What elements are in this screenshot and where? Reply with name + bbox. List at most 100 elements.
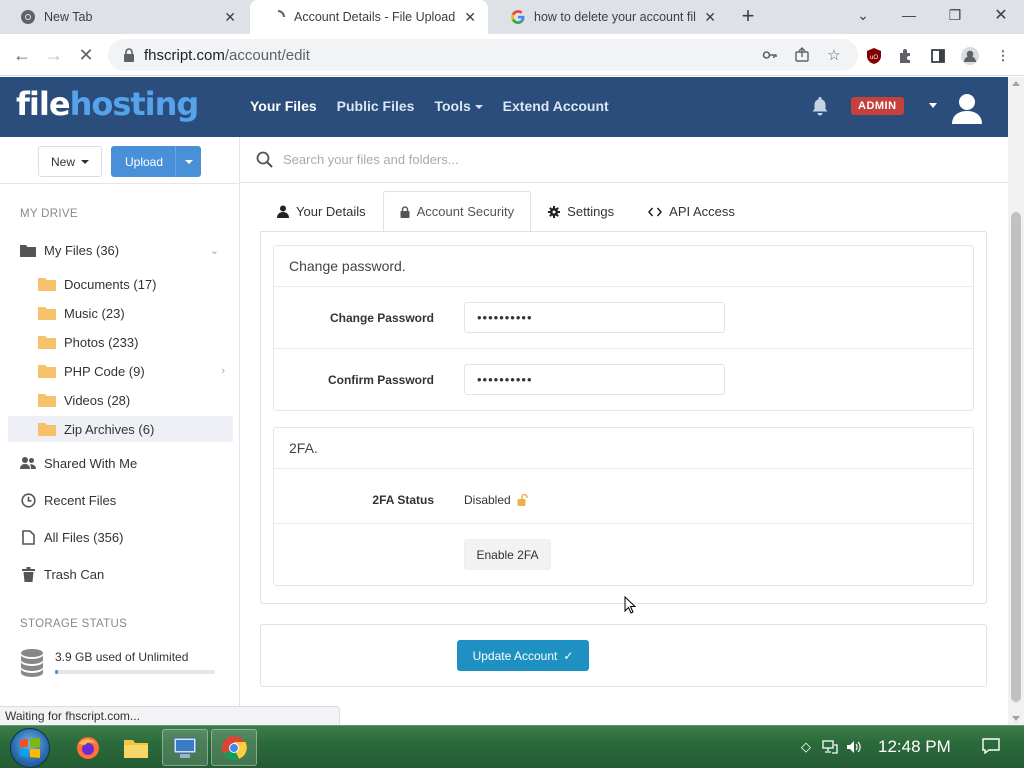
folder-label: Music (23)	[64, 305, 125, 321]
lock-icon	[124, 48, 134, 62]
account-tabs: Your Details Account Security Settings A…	[260, 191, 752, 231]
tab-search-chevron-icon[interactable]: ⌄	[840, 0, 886, 30]
twofa-status-text: Disabled	[464, 493, 511, 507]
update-account-label: Update Account	[472, 648, 558, 663]
chrome-icon	[222, 735, 247, 760]
close-icon[interactable]: ✕	[464, 9, 476, 26]
browser-tab-new-tab[interactable]: New Tab ✕	[0, 0, 248, 34]
folder-music[interactable]: Music (23)	[8, 300, 233, 326]
kebab-menu-icon[interactable]: ⋮	[993, 46, 1013, 66]
scroll-down-arrow-icon[interactable]	[1012, 716, 1020, 721]
admin-badge[interactable]: ADMIN	[851, 97, 904, 115]
taskbar-file-explorer[interactable]	[113, 729, 159, 766]
side-panel-icon[interactable]	[928, 46, 948, 66]
confirm-password-field[interactable]: ••••••••••	[464, 364, 725, 395]
loading-icon	[270, 9, 286, 25]
page-scrollbar[interactable]	[1008, 77, 1024, 725]
filehosting-logo[interactable]: filehosting	[16, 85, 199, 123]
field-label: Confirm Password	[327, 373, 434, 387]
key-icon[interactable]	[760, 45, 780, 65]
scroll-up-arrow-icon[interactable]	[1012, 81, 1020, 86]
browser-tab-google-search[interactable]: how to delete your account filel ✕	[490, 0, 728, 34]
back-arrow-icon[interactable]: ←	[9, 42, 35, 68]
upload-button[interactable]: Upload	[111, 146, 201, 177]
taskbar-control-panel[interactable]	[162, 729, 208, 766]
chevron-down-icon[interactable]: ⌄	[210, 244, 219, 257]
folder-documents[interactable]: Documents (17)	[8, 271, 233, 297]
folder-php-code[interactable]: PHP Code (9) ›	[8, 358, 233, 384]
notification-bell-icon[interactable]	[811, 96, 829, 116]
folder-photos[interactable]: Photos (233)	[8, 329, 233, 355]
sidebar-item-recent[interactable]: Recent Files	[20, 487, 233, 513]
update-account-button[interactable]: Update Account ✓	[457, 640, 589, 671]
search-input[interactable]	[283, 152, 883, 167]
sidebar-item-trash[interactable]: Trash Can	[20, 561, 233, 587]
storage-progress-fill	[55, 670, 59, 674]
start-button[interactable]	[10, 728, 50, 768]
upload-dropdown-toggle[interactable]	[175, 146, 201, 177]
browser-tab-account-details[interactable]: Account Details - File Upload Sc ✕	[250, 0, 488, 34]
folder-icon	[38, 365, 56, 378]
bookmark-star-icon[interactable]: ☆	[824, 45, 844, 65]
sidebar-item-shared[interactable]: Shared With Me	[20, 450, 233, 476]
network-icon[interactable]	[821, 738, 839, 756]
folder-zip-archives[interactable]: Zip Archives (6)	[8, 416, 233, 442]
close-icon[interactable]: ✕	[224, 9, 236, 26]
taskbar-chrome[interactable]	[211, 729, 257, 766]
user-avatar[interactable]	[950, 90, 984, 124]
change-password-card: Change password. Change Password •••••••…	[273, 245, 974, 411]
tab-settings[interactable]: Settings	[531, 191, 631, 231]
folder-icon	[38, 394, 56, 407]
scrollbar-thumb[interactable]	[1011, 212, 1021, 702]
chevron-right-icon[interactable]: ›	[221, 365, 225, 377]
forward-arrow-icon[interactable]: →	[41, 42, 67, 68]
tray-overflow-icon[interactable]: ◇	[797, 738, 815, 756]
close-icon[interactable]: ✕	[704, 9, 716, 26]
volume-icon[interactable]	[845, 738, 863, 756]
chevron-down-icon	[81, 159, 89, 164]
folder-label: PHP Code (9)	[64, 363, 145, 379]
folder-videos[interactable]: Videos (28)	[8, 387, 233, 413]
sidebar-item-all-files[interactable]: All Files (356)	[20, 524, 233, 550]
tab-account-security[interactable]: Account Security	[382, 191, 532, 231]
address-bar[interactable]: fhscript.com/account/edit	[108, 39, 858, 71]
profile-icon[interactable]	[960, 46, 980, 66]
extensions-puzzle-icon[interactable]	[896, 46, 916, 66]
tab-your-details[interactable]: Your Details	[260, 191, 383, 231]
taskbar-firefox[interactable]	[65, 729, 111, 766]
action-center-icon[interactable]	[982, 738, 1000, 754]
my-drive-heading: MY DRIVE	[20, 208, 78, 220]
restore-icon[interactable]: ❐	[932, 0, 978, 30]
enable-2fa-button[interactable]: Enable 2FA	[464, 539, 551, 570]
app-header: filehosting Your Files Public Files Tool…	[0, 77, 1008, 137]
chevron-down-icon	[184, 159, 193, 164]
folder-icon	[38, 307, 56, 320]
change-password-row: Change Password ••••••••••	[274, 287, 973, 349]
window-close-icon[interactable]: ✕	[978, 0, 1024, 30]
taskbar-clock[interactable]: 12:48 PM	[878, 737, 951, 757]
user-menu-chevron-icon[interactable]	[929, 103, 937, 108]
new-tab-plus-icon[interactable]: +	[737, 5, 759, 27]
nav-your-files[interactable]: Your Files	[250, 98, 317, 114]
share-icon[interactable]	[792, 45, 812, 65]
search-bar	[240, 137, 1008, 183]
twofa-status-row: 2FA Status Disabled	[274, 469, 973, 524]
folder-label: Photos (233)	[64, 334, 139, 350]
ublock-icon[interactable]: uO	[864, 46, 884, 66]
logo-part-file: file	[16, 85, 71, 123]
sidebar-item-label: Shared With Me	[44, 455, 138, 471]
nav-public-files[interactable]: Public Files	[337, 98, 415, 114]
change-password-field[interactable]: ••••••••••	[464, 302, 725, 333]
tab-api-access[interactable]: API Access	[631, 191, 752, 231]
windows-logo-icon	[20, 738, 40, 758]
nav-tools[interactable]: Tools	[434, 98, 483, 114]
new-button[interactable]: New	[38, 146, 102, 177]
storage-progress-bar	[55, 670, 215, 674]
account-security-panel: Change password. Change Password •••••••…	[260, 231, 987, 604]
folder-icon	[38, 336, 56, 349]
sidebar-item-my-files[interactable]: My Files (36) ⌄	[20, 237, 233, 263]
nav-extend-account[interactable]: Extend Account	[503, 98, 609, 114]
stop-loading-icon[interactable]: ✕	[73, 42, 99, 68]
svg-text:uO: uO	[870, 55, 878, 61]
minimize-icon[interactable]: —	[886, 0, 932, 30]
